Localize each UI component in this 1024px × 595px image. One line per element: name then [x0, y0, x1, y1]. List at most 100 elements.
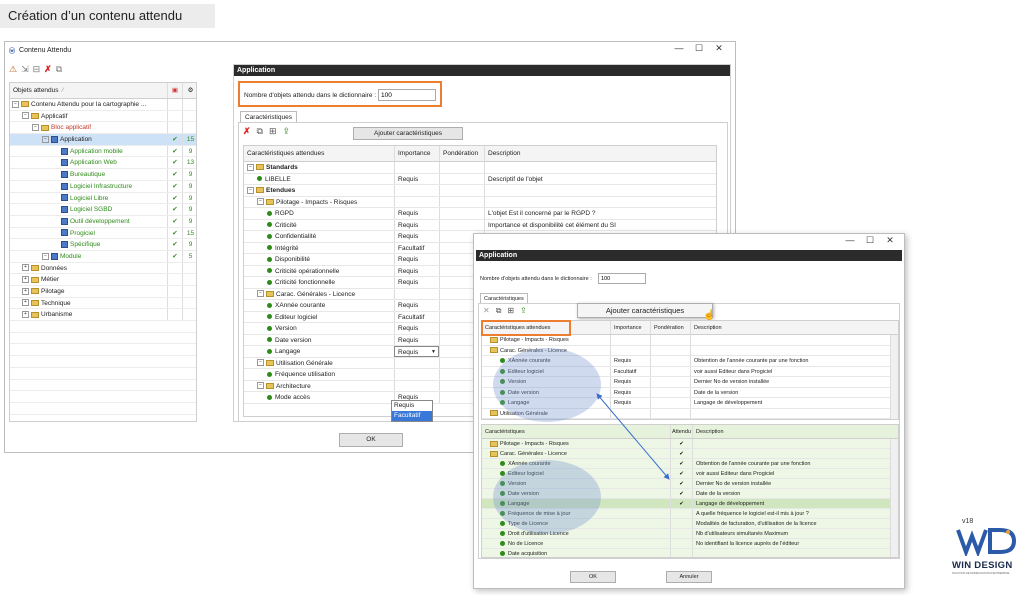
importance-dropdown[interactable]: Requis ▼: [394, 346, 439, 357]
tree-item[interactable]: − Bloc applicatif: [10, 122, 196, 135]
overlay-col-importance[interactable]: Importance: [610, 321, 650, 334]
expand-toggle-icon[interactable]: +: [22, 287, 29, 295]
delete-icon[interactable]: ✗: [44, 64, 52, 75]
overlay-available-row[interactable]: Carac. Générales - Licence ✔: [482, 449, 898, 459]
add-characteristics-button[interactable]: Ajouter caractéristiques: [353, 127, 463, 140]
overlay-dict-input[interactable]: [598, 273, 646, 284]
overlay-cancel-button[interactable]: Annuler: [666, 571, 712, 583]
preview-icon[interactable]: ⧉: [56, 64, 62, 75]
tree-item[interactable]: Logiciel Infrastructure ✔ 9: [10, 180, 196, 193]
tree-item[interactable]: + Données: [10, 262, 196, 275]
overlay-available-row[interactable]: Date acquisition: [482, 549, 898, 557]
col-caracteristiques[interactable]: Caractéristiques attendues: [244, 146, 394, 161]
characteristic-row[interactable]: − Pilotage - Impacts - Risques: [244, 196, 716, 208]
tree-item[interactable]: Progiciel ✔ 15: [10, 227, 196, 240]
overlay-col-attendu[interactable]: Attendu: [670, 425, 692, 438]
overlay-bottom-scrollbar[interactable]: [890, 439, 898, 557]
col-importance[interactable]: Importance: [394, 146, 439, 161]
expand-toggle-icon[interactable]: +: [22, 311, 29, 319]
overlay-col-description-b[interactable]: Description: [692, 425, 892, 438]
overlay-available-row[interactable]: Pilotage - Impacts - Risques ✔: [482, 439, 898, 449]
expand-toggle-icon[interactable]: −: [257, 198, 264, 206]
expand-toggle-icon[interactable]: −: [257, 290, 264, 298]
tree-item[interactable]: Application mobile ✔ 9: [10, 145, 196, 158]
tree-item[interactable]: − Application ✔ 15: [10, 134, 196, 146]
chevron-down-icon[interactable]: ▼: [431, 347, 436, 356]
expand-toggle-icon[interactable]: −: [257, 359, 264, 367]
tree-item[interactable]: Spécifique ✔ 9: [10, 239, 196, 251]
main-ok-button[interactable]: OK: [339, 433, 403, 447]
tree-icon[interactable]: ⚠: [9, 64, 17, 75]
dropdown-option-facultatif[interactable]: Facultatif: [392, 411, 432, 421]
close-button[interactable]: ✕: [709, 43, 729, 54]
tree-item[interactable]: + Technique: [10, 297, 196, 310]
paste-icon[interactable]: ⊞: [269, 126, 277, 137]
attendu-checkbox[interactable]: ✔: [670, 449, 692, 458]
overlay-ok-button[interactable]: OK: [570, 571, 616, 583]
overlay-col-caracteristiques-b[interactable]: Caractéristiques: [482, 425, 670, 438]
overlay-col-ponderation[interactable]: Pondération: [650, 321, 690, 334]
attendu-checkbox[interactable]: ✔: [670, 479, 692, 488]
overlay-paste-icon[interactable]: ⊞: [507, 306, 514, 316]
tree-item[interactable]: − Applicatif: [10, 110, 196, 123]
overlay-close-button[interactable]: ✕: [880, 235, 900, 246]
dropdown-option-requis[interactable]: Requis: [392, 401, 432, 411]
attendu-checkbox[interactable]: [670, 549, 692, 557]
attendu-checkbox[interactable]: ✔: [670, 459, 692, 468]
objets-attendus-header[interactable]: Objets attendus: [10, 87, 59, 94]
expand-toggle-icon[interactable]: +: [22, 299, 29, 307]
tree-item[interactable]: Outil développement ✔ 9: [10, 215, 196, 228]
overlay-export-icon[interactable]: ⇪: [520, 306, 527, 316]
expand-toggle-icon[interactable]: −: [247, 186, 254, 194]
expand-toggle-icon[interactable]: −: [257, 382, 264, 390]
filter-icon[interactable]: ⊟: [33, 64, 41, 75]
expand-toggle-icon[interactable]: −: [247, 163, 254, 171]
expand-toggle-icon[interactable]: −: [12, 100, 19, 108]
tree-item[interactable]: Logiciel SGBD ✔ 9: [10, 204, 196, 216]
overlay-copy-icon[interactable]: ⧉: [496, 306, 502, 316]
attendu-checkbox[interactable]: ✔: [670, 469, 692, 478]
tree-item[interactable]: − Module ✔ 5: [10, 250, 196, 263]
overlay-top-scrollbar[interactable]: [890, 335, 898, 419]
characteristic-row[interactable]: Criticité Requis Importance et disponibili…: [244, 219, 716, 231]
maximize-button[interactable]: ☐: [689, 43, 709, 54]
expand-toggle-icon[interactable]: +: [22, 264, 29, 272]
expand-toggle-icon[interactable]: −: [42, 252, 49, 260]
export-icon[interactable]: ⇪: [283, 126, 291, 137]
overlay-characteristic-row[interactable]: Pilotage - Impacts - Risques: [482, 335, 898, 346]
characteristic-row[interactable]: − Standards: [244, 162, 716, 174]
overlay-maximize-button[interactable]: ☐: [860, 235, 880, 246]
minimize-button[interactable]: —: [669, 43, 689, 54]
overlay-col-description[interactable]: Description: [690, 321, 890, 334]
attendu-checkbox[interactable]: [670, 529, 692, 538]
expand-toggle-icon[interactable]: −: [42, 135, 49, 143]
overlay-add-characteristics-button[interactable]: Ajouter caractéristiques: [577, 303, 713, 318]
tab-caracteristiques[interactable]: Caractéristiques: [240, 111, 297, 122]
copy-icon[interactable]: ⧉: [257, 126, 263, 137]
expand-toggle-icon[interactable]: −: [22, 112, 29, 120]
attendu-checkbox[interactable]: [670, 519, 692, 528]
expand-toggle-icon[interactable]: −: [32, 124, 39, 132]
tree-item[interactable]: + Métier: [10, 274, 196, 286]
dict-count-input[interactable]: [378, 89, 436, 101]
expand-icon[interactable]: ⇲: [21, 64, 29, 75]
overlay-delete-icon[interactable]: ✕: [483, 306, 490, 316]
overlay-available-row[interactable]: No de Licence No identifiant la licence a…: [482, 539, 898, 549]
expand-toggle-icon[interactable]: +: [22, 276, 29, 284]
tree-item[interactable]: + Pilotage: [10, 286, 196, 298]
attendu-checkbox[interactable]: [670, 539, 692, 548]
attendu-checkbox[interactable]: ✔: [670, 439, 692, 448]
characteristic-row[interactable]: LIBELLE Requis Descriptif de l'objet: [244, 173, 716, 185]
tree-item[interactable]: Bureautique ✔ 9: [10, 169, 196, 181]
tree-item[interactable]: Application Web ✔ 13: [10, 157, 196, 170]
attendu-checkbox[interactable]: ✔: [670, 489, 692, 498]
tree-item[interactable]: Logiciel Libre ✔ 9: [10, 192, 196, 205]
col-description[interactable]: Description: [484, 146, 718, 161]
col-ponderation[interactable]: Pondération: [439, 146, 484, 161]
tree-item[interactable]: + Urbanisme: [10, 309, 196, 322]
characteristic-row[interactable]: RGPD Requis L'objet Est il concerné par le…: [244, 208, 716, 220]
delete-char-icon[interactable]: ✗: [243, 126, 251, 137]
overlay-tab-caracteristiques[interactable]: Caractéristiques: [480, 293, 528, 303]
characteristic-row[interactable]: − Etendues: [244, 185, 716, 197]
attendu-checkbox[interactable]: [670, 509, 692, 518]
